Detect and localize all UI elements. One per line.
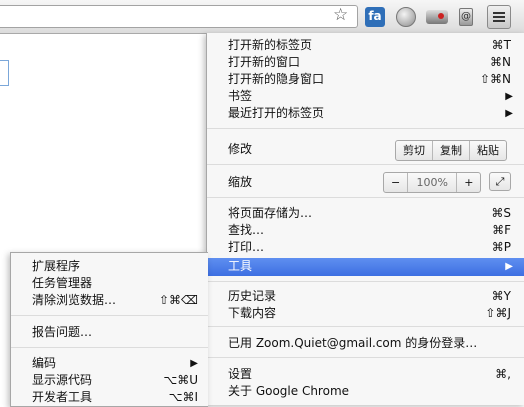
menu-divider bbox=[207, 197, 524, 198]
menu-item-encoding[interactable]: 编码 ▶ bbox=[11, 355, 208, 372]
submenu-arrow-icon: ▶ bbox=[505, 261, 513, 272]
browser-toolbar: ☆ fa @ bbox=[0, 0, 524, 34]
menu-item-report-issue[interactable]: 报告问题… bbox=[11, 324, 208, 341]
menu-item-downloads[interactable]: 下载内容 ⇧⌘J bbox=[207, 305, 524, 322]
menu-item-new-incognito[interactable]: 打开新的隐身窗口 ⇧⌘N bbox=[207, 71, 524, 88]
menu-divider bbox=[207, 281, 524, 282]
paste-button[interactable]: 粘贴 bbox=[469, 141, 506, 160]
menu-item-task-manager[interactable]: 任务管理器 bbox=[11, 275, 208, 292]
menu-item-print[interactable]: 打印… ⌘P bbox=[207, 239, 524, 256]
bookmark-star-icon[interactable]: ☆ bbox=[333, 4, 348, 26]
menu-divider bbox=[11, 315, 208, 316]
menu-item-history[interactable]: 历史记录 ⌘Y bbox=[207, 288, 524, 305]
menu-item-about[interactable]: 关于 Google Chrome bbox=[207, 383, 524, 400]
extension-globe-icon[interactable] bbox=[396, 7, 416, 27]
fullscreen-icon: ⤢ bbox=[495, 175, 505, 188]
hamburger-menu-icon bbox=[493, 12, 505, 14]
chrome-menu-button[interactable] bbox=[487, 5, 511, 29]
menu-divider bbox=[207, 326, 524, 327]
page-text-field[interactable] bbox=[0, 60, 9, 86]
menu-item-new-tab[interactable]: 打开新的标签页 ⌘T bbox=[207, 37, 524, 54]
extension-mail-icon[interactable]: @ bbox=[459, 8, 473, 26]
menu-item-recent-tabs[interactable]: 最近打开的标签页 ▶ bbox=[207, 105, 524, 122]
address-bar[interactable] bbox=[0, 5, 358, 28]
extension-camera-icon[interactable] bbox=[426, 10, 448, 24]
menu-item-view-source[interactable]: 显示源代码 ⌥⌘U bbox=[11, 372, 208, 389]
cut-button[interactable]: 剪切 bbox=[396, 141, 432, 160]
zoom-control: − 100% + bbox=[383, 172, 482, 193]
menu-item-find[interactable]: 查找… ⌘F bbox=[207, 222, 524, 239]
menu-item-dev-tools[interactable]: 开发者工具 ⌥⌘I bbox=[11, 389, 208, 406]
menu-item-tools[interactable]: 工具 ▶ bbox=[207, 258, 524, 276]
menu-divider bbox=[207, 128, 524, 129]
menu-item-clear-data[interactable]: 清除浏览数据… ⇧⌘⌫ bbox=[11, 292, 208, 309]
menu-divider bbox=[207, 164, 524, 165]
menu-divider bbox=[11, 347, 208, 348]
menu-item-settings[interactable]: 设置 ⌘, bbox=[207, 366, 524, 383]
menu-item-save-page[interactable]: 将页面存储为… ⌘S bbox=[207, 205, 524, 222]
submenu-arrow-icon: ▶ bbox=[505, 91, 513, 102]
menu-divider bbox=[207, 357, 524, 358]
fullscreen-button[interactable]: ⤢ bbox=[489, 172, 511, 191]
menu-item-new-window[interactable]: 打开新的窗口 ⌘N bbox=[207, 54, 524, 71]
copy-button[interactable]: 复制 bbox=[432, 141, 469, 160]
extension-fa-icon[interactable]: fa bbox=[365, 7, 385, 27]
tools-submenu: 扩展程序 任务管理器 清除浏览数据… ⇧⌘⌫ 报告问题… 编码 ▶ 显示源代码 … bbox=[10, 252, 208, 407]
chrome-main-menu: 打开新的标签页 ⌘T 打开新的窗口 ⌘N 打开新的隐身窗口 ⇧⌘N 书签 ▶ 最… bbox=[206, 33, 524, 405]
submenu-arrow-icon: ▶ bbox=[505, 108, 513, 119]
zoom-out-button[interactable]: − bbox=[384, 173, 407, 192]
submenu-arrow-icon: ▶ bbox=[190, 358, 198, 369]
edit-button-group: 剪切 复制 粘贴 bbox=[395, 140, 507, 161]
menu-item-extensions[interactable]: 扩展程序 bbox=[11, 258, 208, 275]
zoom-level: 100% bbox=[407, 173, 456, 192]
zoom-in-button[interactable]: + bbox=[456, 173, 480, 192]
menu-item-bookmarks[interactable]: 书签 ▶ bbox=[207, 88, 524, 105]
menu-item-signed-in[interactable]: 已用 Zoom.Quiet@gmail.com 的身份登录… bbox=[207, 335, 524, 352]
